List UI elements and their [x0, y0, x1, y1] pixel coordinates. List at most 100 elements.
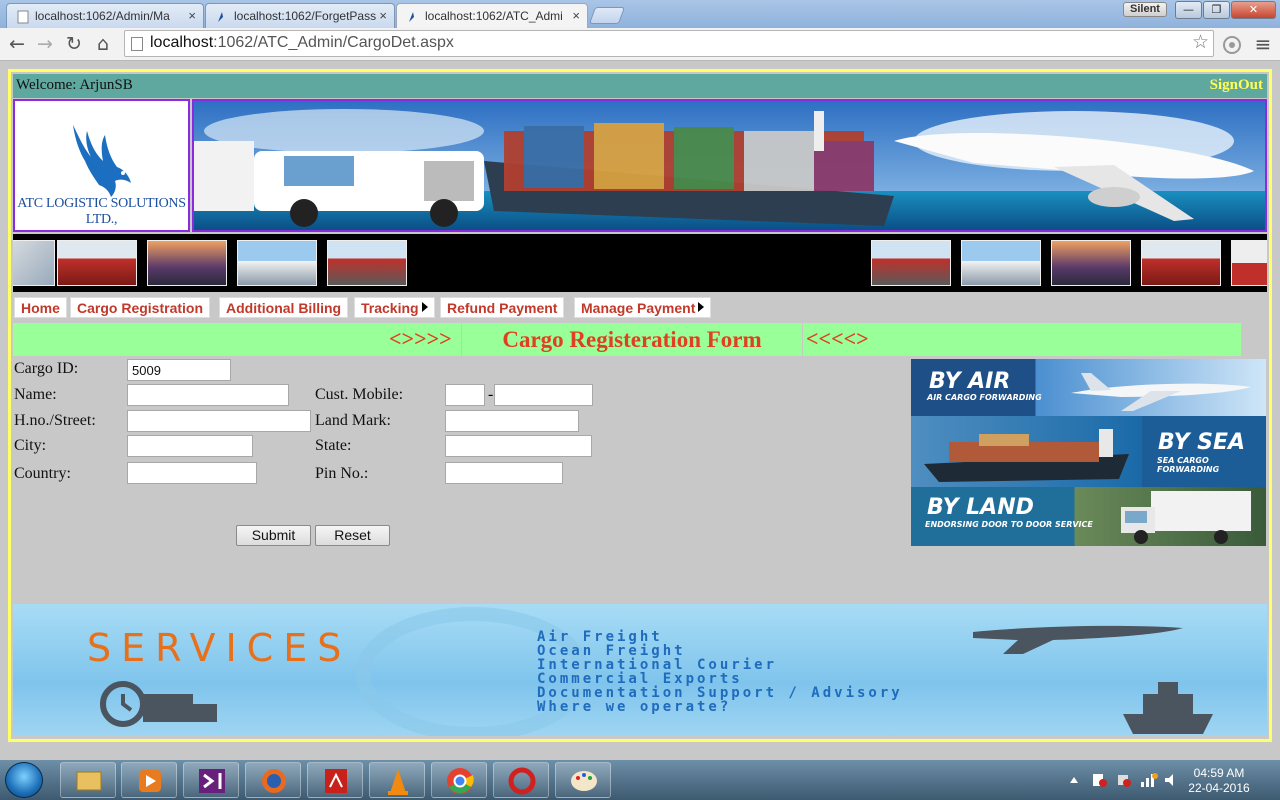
new-tab-button[interactable]: [588, 7, 626, 24]
street-label: H.no./Street:: [14, 412, 96, 429]
mobile-code-field[interactable]: [445, 384, 485, 406]
landmark-field[interactable]: [445, 410, 579, 432]
maximize-button[interactable]: ❐: [1203, 1, 1230, 19]
acrobat-icon[interactable]: [307, 762, 363, 798]
mobile-number-field[interactable]: [494, 384, 593, 406]
cargo-id-label: Cargo ID:: [14, 360, 79, 377]
menu-item-home[interactable]: Home: [14, 297, 67, 318]
banner-image: [194, 101, 1265, 230]
taskbar-clock[interactable]: 04:59 AM 22-04-2016: [1186, 766, 1252, 796]
submenu-arrow-icon: [421, 302, 428, 312]
show-hidden-icons-icon[interactable]: [1069, 775, 1079, 785]
volume-icon[interactable]: [1163, 772, 1179, 788]
by-land-ad[interactable]: BY LAND ENDORSING DOOR TO DOOR SERVICE: [911, 487, 1266, 546]
browser-tab-cargodet[interactable]: localhost:1062/ATC_Admi ×: [396, 3, 588, 29]
by-sea-ad[interactable]: BY SEA SEA CARGO FORWARDING: [911, 416, 1266, 487]
menu-item-additional-billing[interactable]: Additional Billing: [219, 297, 349, 318]
power-icon[interactable]: [1115, 772, 1131, 788]
state-label: State:: [315, 437, 352, 454]
silent-badge: Silent: [1123, 2, 1167, 17]
services-title: SERVICES: [87, 626, 352, 670]
eagle-logo-icon: [73, 125, 131, 197]
close-window-button[interactable]: ✕: [1231, 1, 1276, 19]
ad-title: BY SEA: [1158, 430, 1246, 455]
welcome-bar: Welcome: ArjunSB SignOut: [13, 74, 1267, 98]
submit-button[interactable]: Submit: [236, 525, 311, 546]
state-field[interactable]: [445, 435, 592, 457]
reload-icon[interactable]: ↻: [62, 32, 86, 56]
name-label: Name:: [14, 386, 57, 403]
tab-title: localhost:1062/ForgetPass: [234, 9, 377, 23]
submenu-arrow-icon: [698, 302, 705, 312]
name-field[interactable]: [127, 384, 289, 406]
gallery-image: [1141, 240, 1221, 286]
menu-item-label: Manage Payment: [581, 300, 696, 316]
menu-item-label: Home: [21, 300, 60, 316]
city-field[interactable]: [127, 435, 253, 457]
page-container: Welcome: ArjunSB SignOut ATC LOGISTIC SO…: [8, 69, 1272, 742]
clock-time: 04:59 AM: [1193, 766, 1245, 780]
ccleaner-icon[interactable]: [493, 762, 549, 798]
bookmark-star-icon[interactable]: ☆: [1192, 31, 1209, 53]
delivery-truck-icon: [1121, 491, 1251, 544]
pin-label: Pin No.:: [315, 465, 369, 482]
close-tab-icon[interactable]: ×: [379, 8, 387, 23]
gallery-image: [871, 240, 951, 286]
extension-icon[interactable]: [1222, 35, 1242, 55]
company-name: ATC LOGISTIC SOLUTIONS LTD.,: [17, 196, 186, 227]
close-tab-icon[interactable]: ×: [572, 8, 580, 23]
media-player-icon[interactable]: [121, 762, 177, 798]
action-center-icon[interactable]: [1091, 772, 1107, 788]
tab-title: localhost:1062/Admin/Ma: [35, 9, 170, 23]
ad-subtitle: AIR CARGO FORWARDING: [927, 393, 1042, 402]
menu-item-manage-payment[interactable]: Manage Payment: [574, 297, 712, 318]
ad-title: BY AIR: [929, 369, 1011, 394]
visual-studio-icon[interactable]: [183, 762, 239, 798]
back-icon[interactable]: ←: [5, 32, 29, 56]
paint-icon[interactable]: [555, 762, 611, 798]
menu-item-refund-payment[interactable]: Refund Payment: [440, 297, 565, 318]
country-field[interactable]: [127, 462, 257, 484]
network-icon[interactable]: [1139, 772, 1159, 788]
chrome-menu-icon[interactable]: ≡: [1251, 32, 1275, 56]
minimize-button[interactable]: —: [1175, 1, 1202, 19]
forward-icon[interactable]: →: [33, 32, 57, 56]
address-bar[interactable]: localhost:1062/ATC_Admin/CargoDet.aspx ☆: [124, 30, 1214, 57]
pin-field[interactable]: [445, 462, 563, 484]
landmark-label: Land Mark:: [315, 412, 391, 429]
close-tab-icon[interactable]: ×: [188, 8, 196, 23]
by-air-ad[interactable]: BY AIR AIR CARGO FORWARDING: [911, 359, 1266, 416]
chrome-icon[interactable]: [431, 762, 487, 798]
vlc-icon[interactable]: [369, 762, 425, 798]
browser-tab-forgetpass[interactable]: localhost:1062/ForgetPass ×: [205, 3, 395, 28]
ship-silhouette-icon: [1123, 682, 1213, 734]
cargo-id-field[interactable]: [127, 359, 231, 381]
gallery-image: [1051, 240, 1131, 286]
menu-item-cargo-registration[interactable]: Cargo Registration: [70, 297, 211, 318]
home-icon[interactable]: ⌂: [91, 32, 115, 56]
service-item[interactable]: Where we operate?: [537, 699, 731, 715]
browser-tab-admin[interactable]: localhost:1062/Admin/Ma ×: [6, 3, 204, 28]
airplane-icon: [1071, 373, 1251, 411]
gallery-image: [13, 240, 55, 286]
browser-toolbar: ← → ↻ ⌂ localhost:1062/ATC_Admin/CargoDe…: [0, 28, 1280, 61]
start-button[interactable]: [5, 762, 43, 798]
company-logo: ATC LOGISTIC SOLUTIONS LTD.,: [13, 99, 190, 232]
street-field[interactable]: [127, 410, 311, 432]
mobile-label: Cust. Mobile:: [315, 386, 404, 403]
explorer-icon[interactable]: [60, 762, 116, 798]
menu-item-tracking[interactable]: Tracking: [354, 297, 435, 318]
reset-button[interactable]: Reset: [315, 525, 390, 546]
page-icon: [131, 37, 143, 51]
ad-subtitle: SEA CARGO FORWARDING: [1157, 456, 1220, 474]
gallery-image: [57, 240, 137, 286]
gallery-image: [961, 240, 1041, 286]
form-title: Cargo Registeration Form: [461, 323, 803, 356]
browser-tab-bar: localhost:1062/Admin/Ma × localhost:1062…: [0, 0, 1280, 29]
header-banner: [192, 99, 1267, 232]
signout-link[interactable]: SignOut: [1210, 77, 1263, 94]
menu-item-label: Tracking: [361, 300, 419, 316]
ad-subtitle: ENDORSING DOOR TO DOOR SERVICE: [925, 520, 1093, 529]
firefox-icon[interactable]: [245, 762, 301, 798]
menu-item-label: Cargo Registration: [77, 300, 204, 316]
